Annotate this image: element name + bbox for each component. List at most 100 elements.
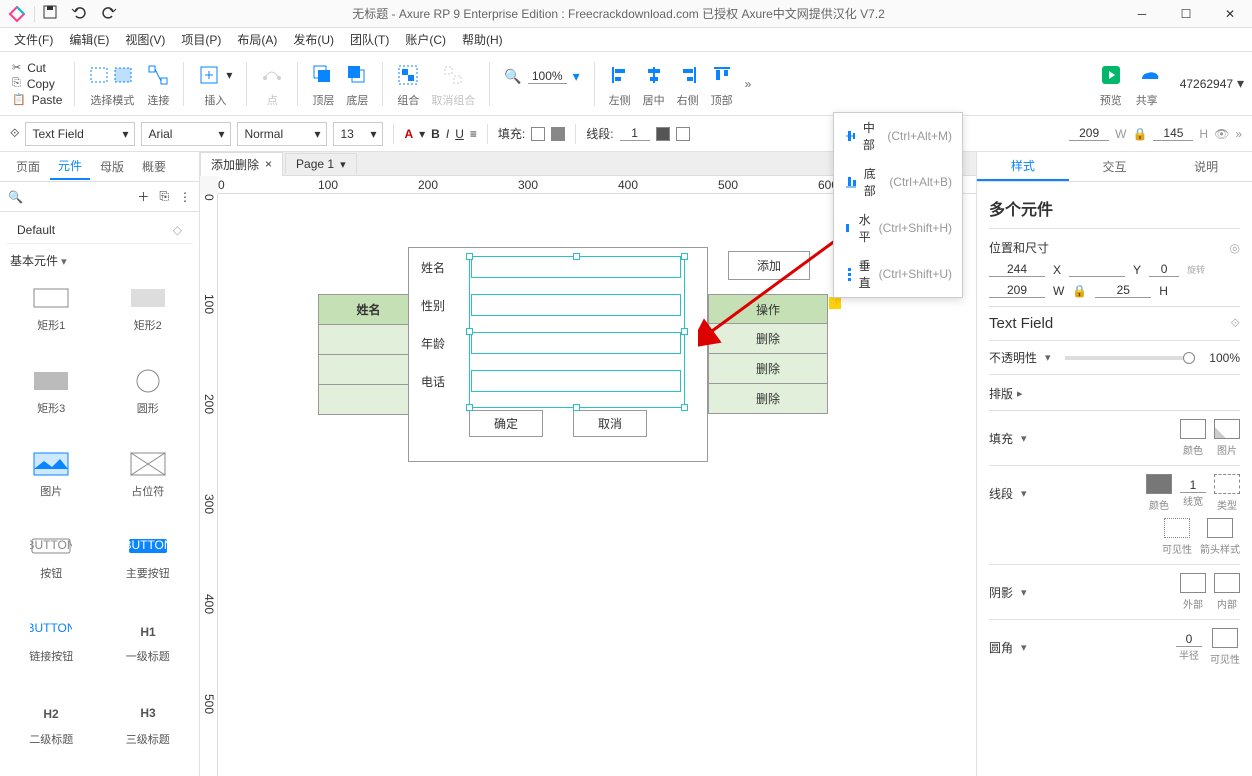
- lock-icon[interactable]: 🔒: [1072, 284, 1087, 298]
- delete-cell-3[interactable]: 删除: [708, 384, 828, 414]
- ok-button[interactable]: 确定: [469, 410, 543, 437]
- point-button[interactable]: 点: [255, 58, 289, 110]
- paste-button[interactable]: 📋 Paste: [12, 93, 62, 107]
- minimize-button[interactable]: ─: [1120, 0, 1164, 28]
- widget-链接按钮[interactable]: BUTTON链接按钮: [4, 608, 99, 689]
- align-center-button[interactable]: 居中: [637, 58, 671, 110]
- distribute-h-item[interactable]: 水平 (Ctrl+Shift+H): [834, 205, 962, 251]
- bold-icon[interactable]: B: [431, 127, 440, 141]
- tab-style[interactable]: 样式: [977, 152, 1069, 181]
- send-back-button[interactable]: 底层: [340, 58, 374, 110]
- menu-file[interactable]: 文件(F): [8, 29, 59, 50]
- widget-矩形1[interactable]: 矩形1: [4, 277, 99, 358]
- radius-input[interactable]: [1176, 632, 1202, 647]
- underline-icon[interactable]: U: [455, 127, 464, 141]
- cut-button[interactable]: ✂ Cut: [12, 61, 62, 75]
- add-library-icon[interactable]: ＋: [137, 188, 149, 205]
- paint-format-icon[interactable]: ⟐: [10, 126, 19, 141]
- ungroup-button[interactable]: 取消组合: [425, 58, 481, 110]
- shadow-inner-box[interactable]: [1214, 573, 1240, 593]
- add-button[interactable]: 添加: [728, 251, 810, 280]
- widget-二级标题[interactable]: H2二级标题: [4, 691, 99, 772]
- maximize-button[interactable]: ☐: [1164, 0, 1208, 28]
- stroke-w-input[interactable]: [1180, 478, 1206, 493]
- search-icon[interactable]: 🔍: [8, 190, 23, 204]
- preview-button[interactable]: 预览: [1094, 58, 1128, 110]
- fill-color-box[interactable]: [1180, 419, 1206, 439]
- widget-矩形3[interactable]: 矩形3: [4, 360, 99, 441]
- distribute-v-item[interactable]: 垂直 (Ctrl+Shift+U): [834, 251, 962, 297]
- arrow-style-box[interactable]: [1207, 518, 1233, 538]
- tab-widgets[interactable]: 元件: [50, 153, 90, 180]
- fill-image-box[interactable]: [1214, 419, 1240, 439]
- tab-outline[interactable]: 概要: [134, 154, 174, 179]
- menu-help[interactable]: 帮助(H): [456, 29, 509, 50]
- target-icon[interactable]: ◎: [1230, 241, 1240, 255]
- connect-button[interactable]: 连接: [141, 58, 175, 110]
- widget-按钮[interactable]: BUTTON按钮: [4, 525, 99, 606]
- menu-edit[interactable]: 编辑(E): [63, 29, 115, 50]
- stroke-color-box[interactable]: [1146, 474, 1172, 494]
- close-tab-icon[interactable]: ×: [265, 157, 272, 171]
- widget-圆形[interactable]: 圆形: [101, 360, 196, 441]
- text-color-icon[interactable]: A: [404, 127, 413, 141]
- library-options-icon[interactable]: ⎘: [159, 189, 169, 204]
- bring-front-button[interactable]: 顶层: [306, 58, 340, 110]
- align-right-button[interactable]: 右侧: [671, 58, 705, 110]
- align-middle-item[interactable]: 中部 (Ctrl+Alt+M): [834, 113, 962, 159]
- save-icon[interactable]: [43, 5, 57, 22]
- share-button[interactable]: 共享: [1128, 58, 1166, 110]
- stroke-width-input[interactable]: [620, 126, 650, 141]
- op-header[interactable]: 操作⚡: [708, 294, 828, 324]
- copy-button[interactable]: ⎘ Copy: [12, 77, 62, 91]
- pos-y-input[interactable]: [1069, 262, 1125, 277]
- menu-view[interactable]: 视图(V): [119, 29, 171, 50]
- widget-图片[interactable]: 图片: [4, 443, 99, 524]
- widget-三级标题[interactable]: H3三级标题: [101, 691, 196, 772]
- toolbar-more-icon[interactable]: »: [745, 77, 752, 91]
- stroke-color-swatch[interactable]: [656, 127, 670, 141]
- menu-project[interactable]: 项目(P): [175, 29, 227, 50]
- stroke-type-swatch[interactable]: [676, 127, 690, 141]
- zoom-control[interactable]: 🔍 100% ▾: [498, 60, 585, 108]
- library-selector[interactable]: Default◇: [6, 216, 193, 244]
- redo-icon[interactable]: [101, 5, 117, 22]
- height-input[interactable]: [1153, 126, 1193, 141]
- corner-vis-box[interactable]: [1212, 628, 1238, 648]
- tab-notes[interactable]: 说明: [1160, 152, 1252, 181]
- visibility-box[interactable]: [1164, 518, 1190, 538]
- menu-account[interactable]: 账户(C): [399, 29, 452, 50]
- delete-cell-2[interactable]: 删除: [708, 354, 828, 384]
- tab-masters[interactable]: 母版: [92, 154, 132, 179]
- widget-占位符[interactable]: 占位符: [101, 443, 196, 524]
- lock-aspect-icon[interactable]: 🔒: [1132, 127, 1147, 141]
- bullets-icon[interactable]: ≡: [470, 127, 477, 141]
- rotation-input[interactable]: [1149, 262, 1179, 277]
- doc-tab-1[interactable]: 添加删除×: [200, 152, 283, 176]
- group-button[interactable]: 组合: [391, 58, 425, 110]
- cancel-button[interactable]: 取消: [573, 410, 647, 437]
- pos-x-input[interactable]: [989, 262, 1045, 277]
- align-left-button[interactable]: 左侧: [603, 58, 637, 110]
- close-button[interactable]: ✕: [1208, 0, 1252, 28]
- menu-layout[interactable]: 布局(A): [231, 29, 283, 50]
- undo-icon[interactable]: [71, 5, 87, 22]
- fill-color-swatch[interactable]: [531, 127, 545, 141]
- font-combo[interactable]: Arial▾: [141, 122, 231, 146]
- fill-image-swatch[interactable]: [551, 127, 565, 141]
- tab-interactions[interactable]: 交互: [1069, 152, 1161, 181]
- weight-combo[interactable]: Normal▾: [237, 122, 327, 146]
- visibility-icon[interactable]: 👁: [1214, 127, 1229, 141]
- shape-combo[interactable]: Text Field▾: [25, 122, 135, 146]
- size-combo[interactable]: 13▾: [333, 122, 383, 146]
- widget-主要按钮[interactable]: BUTTON主要按钮: [101, 525, 196, 606]
- width-input[interactable]: [1069, 126, 1109, 141]
- menu-publish[interactable]: 发布(U): [287, 29, 340, 50]
- stylebar-more-icon[interactable]: »: [1235, 127, 1242, 141]
- widget-一级标题[interactable]: H1一级标题: [101, 608, 196, 689]
- align-bottom-item[interactable]: 底部 (Ctrl+Alt+B): [834, 159, 962, 205]
- delete-cell-1[interactable]: 删除: [708, 324, 828, 354]
- shadow-outer-box[interactable]: [1180, 573, 1206, 593]
- size-h-input[interactable]: [1095, 283, 1151, 298]
- size-w-input[interactable]: [989, 283, 1045, 298]
